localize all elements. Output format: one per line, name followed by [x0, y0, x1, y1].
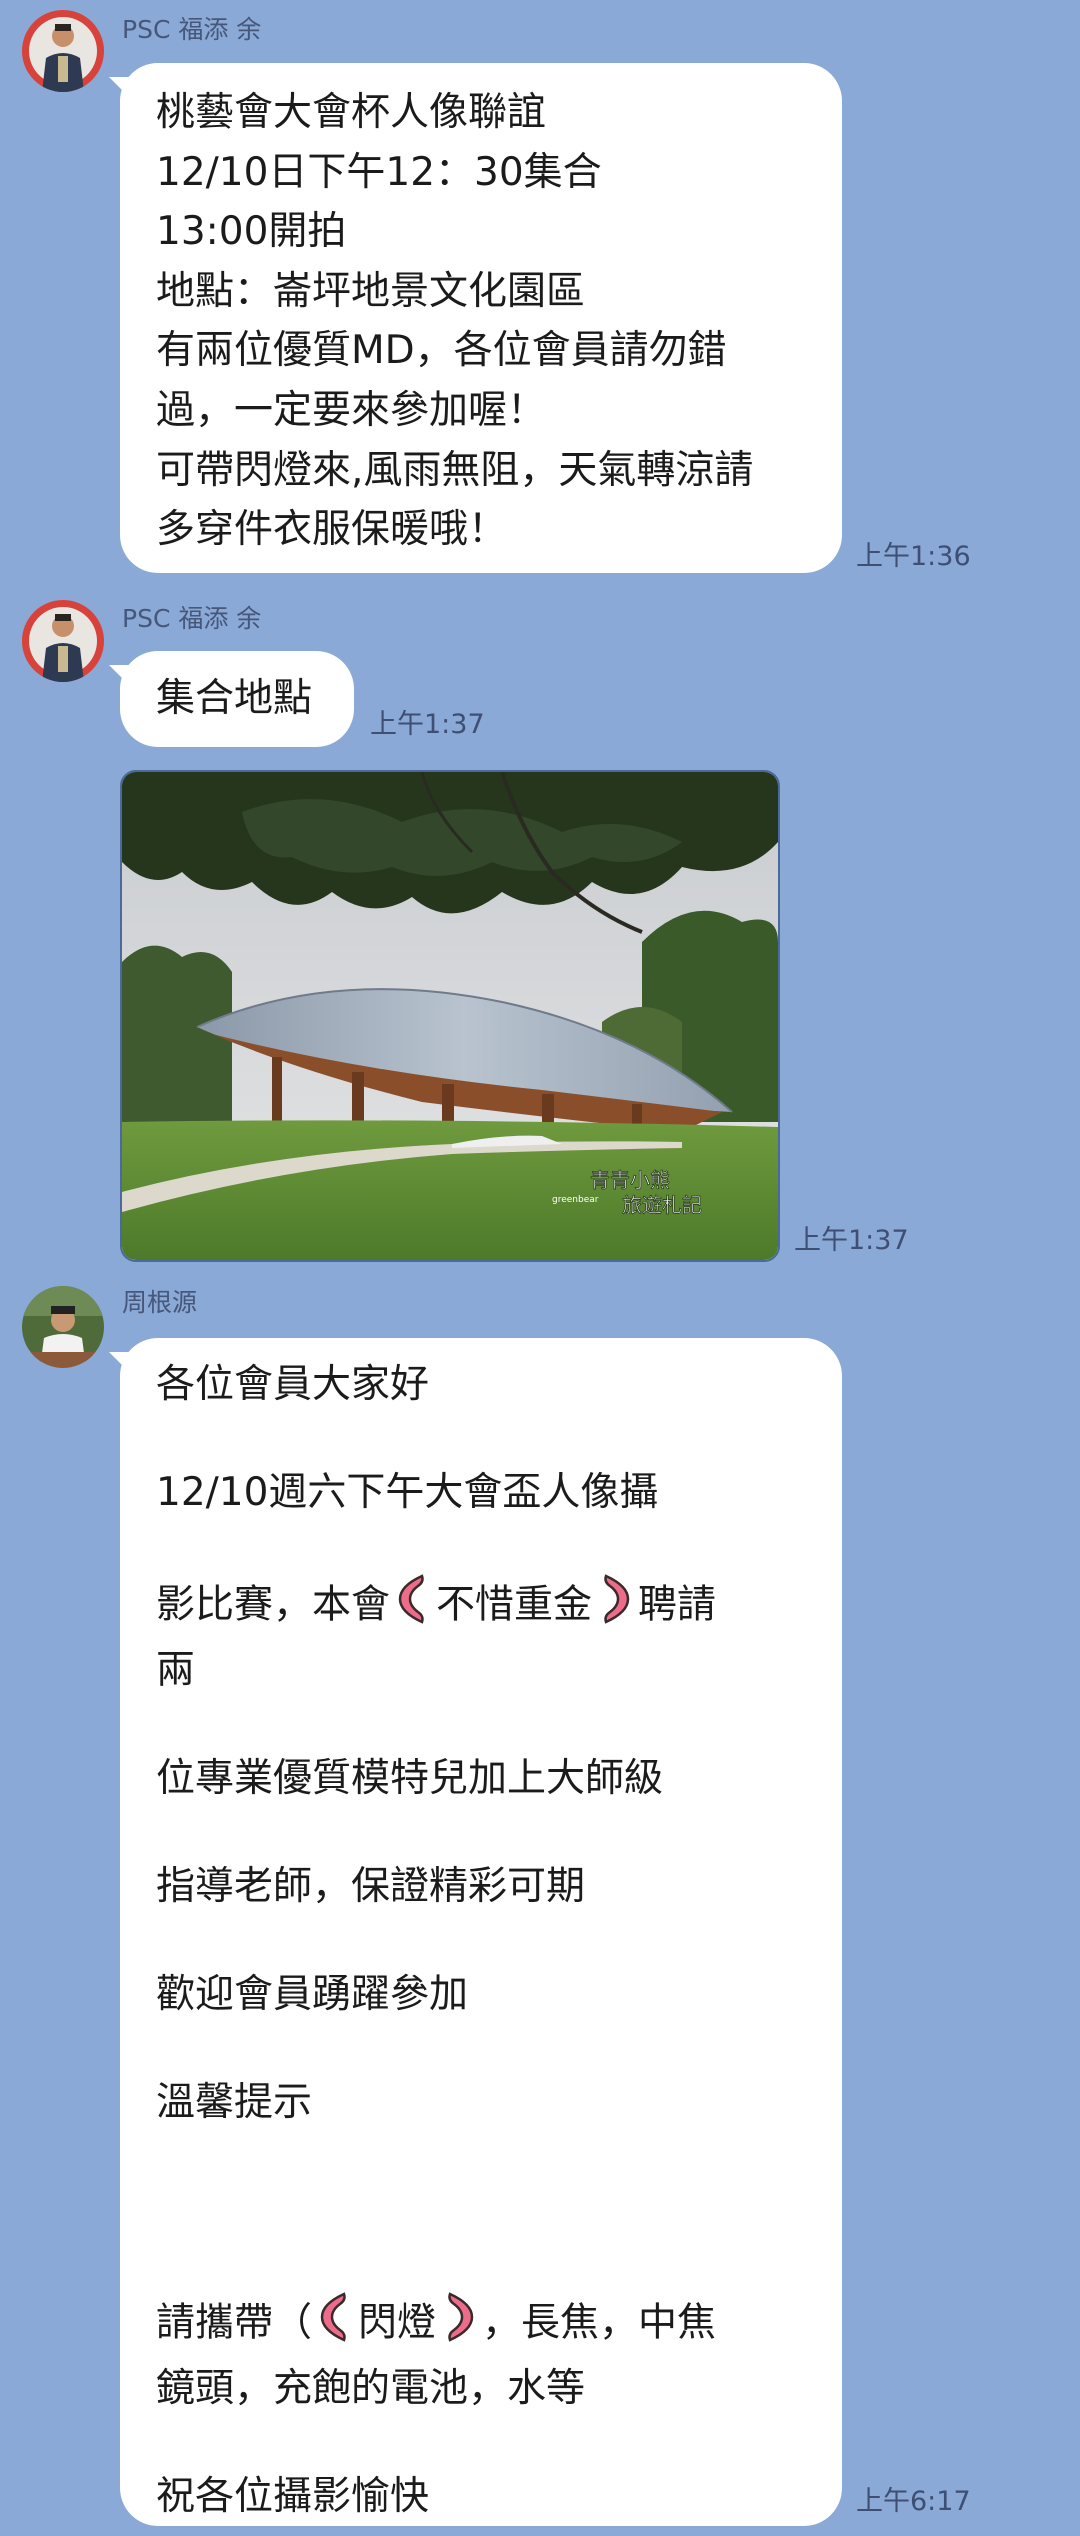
watermark-line2: 旅遊札記 [622, 1193, 702, 1217]
pavilion-photo: 青青小熊 greenbear 旅遊札記 [122, 772, 778, 1260]
message-text: 請攜帶（ [156, 2300, 313, 2346]
message-timestamp: 上午1:36 [856, 541, 971, 572]
message-line: 祝各位攝影愉快 [156, 2474, 430, 2519]
avatar-zhou-image [22, 1286, 104, 1368]
avatar-psc-image [22, 600, 104, 682]
message-timestamp: 上午1:37 [794, 1225, 909, 1256]
avatar-psc[interactable] [22, 600, 104, 682]
avatar-zhou[interactable] [22, 1286, 104, 1368]
message-line: 歡迎會員踴躍參加 [156, 1972, 469, 2017]
message-text: 不惜重金 [436, 1582, 593, 1628]
message-line: 多穿件衣服保暖哦！ [156, 507, 508, 553]
watermark-line1: 青青小熊 [590, 1168, 670, 1192]
message-bubble[interactable]: 桃藝會大會杯人像聯誼 12/10日下午12：30集合 13:00開拍 地點：崙坪… [120, 63, 842, 573]
message-text: 集合地點 [156, 676, 313, 721]
message-line: 指導老師，保證精彩可期 [156, 1864, 586, 1909]
message-bubble[interactable]: 各位會員大家好 12/10週六下午大會盃人像攝 影比賽，本會 不惜重金 聘請 兩 位… [120, 1338, 842, 2526]
message-line: 兩 [156, 1648, 196, 1693]
message-line: 有兩位優質MD，各位會員請勿錯 [156, 328, 727, 374]
chat-view: PSC 福添 余 桃藝會大會杯人像聯誼 12/10日下午12：30集合 13:0… [0, 0, 1080, 2536]
message-line: 可帶閃燈來,風雨無阻，天氣轉涼請 [156, 447, 754, 493]
message-line: 13:00開拍 [156, 209, 347, 255]
sender-name: PSC 福添 余 [122, 15, 262, 44]
message-line: 過，一定要來參加喔！ [156, 387, 547, 433]
message-line: 影比賽，本會 不惜重金 聘請 [156, 1572, 806, 1642]
message-timestamp: 上午6:17 [856, 2486, 971, 2517]
message-line: 地點：崙坪地景文化園區 [156, 268, 586, 314]
message-timestamp: 上午1:37 [370, 709, 485, 740]
message-line: 12/10日下午12：30集合 [156, 149, 602, 195]
sender-name: 周根源 [122, 1288, 198, 1317]
pink-bracket-close-icon [442, 2290, 476, 2360]
message-line: 請攜帶（ 閃燈 ，長焦，中焦 [156, 2290, 806, 2360]
message-text: 閃燈 [358, 2300, 437, 2346]
message-bubble[interactable]: 集合地點 [120, 651, 354, 747]
message-line: 桃藝會大會杯人像聯誼 [156, 90, 547, 135]
avatar-psc[interactable] [22, 10, 104, 92]
message-text: ，長焦，中焦 [482, 2300, 717, 2346]
watermark-small: greenbear [552, 1195, 599, 1205]
message-line: 鏡頭，充飽的電池，水等 [156, 2366, 586, 2411]
message-line: 12/10週六下午大會盃人像攝 [156, 1470, 659, 1515]
avatar-psc-image [22, 10, 104, 92]
message-line: 位專業優質模特兒加上大師級 [156, 1756, 664, 1801]
message-text: 影比賽，本會 [156, 1582, 391, 1628]
photo-message[interactable]: 青青小熊 greenbear 旅遊札記 [120, 770, 780, 1262]
message-line: 各位會員大家好 [156, 1362, 430, 1407]
pink-bracket-open-icon [396, 1572, 430, 1642]
sender-name: PSC 福添 余 [122, 604, 262, 633]
pink-bracket-close-icon [598, 1572, 632, 1642]
pink-bracket-open-icon [318, 2290, 352, 2360]
message-text: 聘請 [638, 1582, 717, 1628]
message-line: 溫馨提示 [156, 2080, 313, 2125]
